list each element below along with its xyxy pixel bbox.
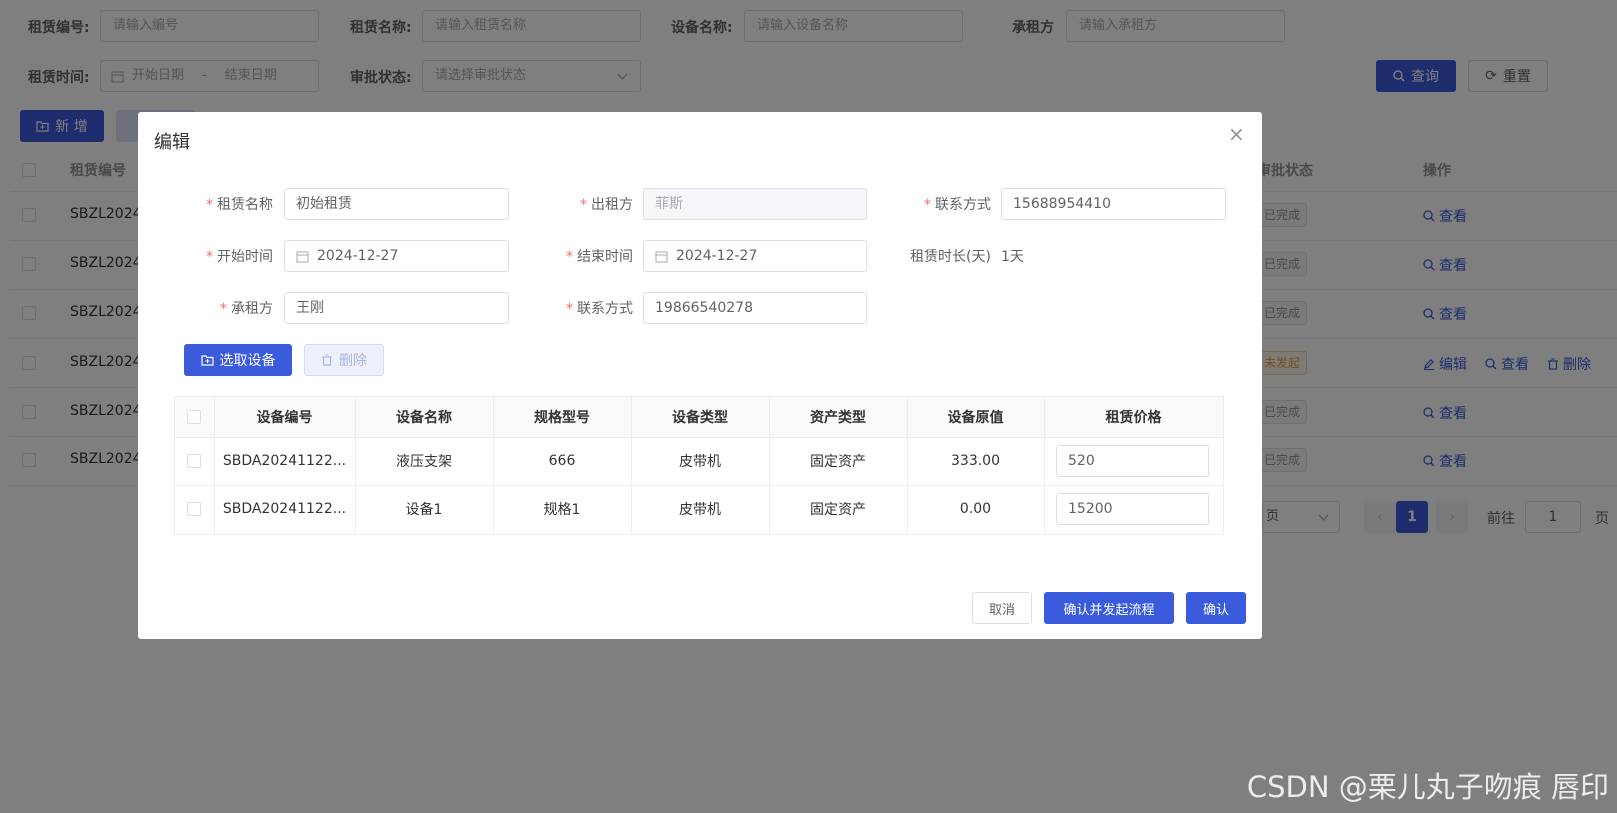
device-row-checkbox[interactable] [187,454,201,468]
edit-dialog: 编辑 × * 租赁名称 初始租赁 * 出租方 菲斯 * 联系方式 1568895441… [138,112,1262,639]
lease-name-label: * 租赁名称 [206,197,273,213]
tenant-input[interactable]: 王刚 [284,292,509,324]
calendar-icon [296,250,309,263]
device-code: SBDA20241122... [222,453,347,469]
calendar-icon [655,250,668,263]
cancel-button[interactable]: 取消 [972,592,1032,624]
device-table: 设备编号 设备名称 规格型号 设备类型 资产类型 设备原值 租赁价格 SBDA2… [174,396,1224,535]
th-original-value: 设备原值 [907,397,1044,437]
th-device-name: 设备名称 [355,397,493,437]
csdn-watermark: CSDN @栗儿丸子吻痕 唇印 [1246,770,1609,804]
delete-device-button[interactable]: 删除 [304,344,384,376]
th-device-code: 设备编号 [214,397,355,437]
device-code: SBDA20241122... [222,501,347,517]
original-value: 0.00 [959,501,992,517]
trash-icon [321,354,333,366]
asset-type: 固定资产 [810,502,866,518]
end-time-picker[interactable]: 2024-12-27 [643,240,867,272]
confirm-button[interactable]: 确认 [1186,592,1246,624]
lessor-label: * 出租方 [580,197,633,213]
duration-value: 1天 [1001,249,1024,265]
device-spec: 规格1 [543,502,581,518]
contact2-label: * 联系方式 [566,301,633,317]
select-device-label: 选取设备 [219,353,276,369]
device-type: 皮带机 [679,454,721,470]
device-type: 皮带机 [679,502,721,518]
lessor-input[interactable]: 菲斯 [643,188,867,220]
confirm-and-start-flow-button[interactable]: 确认并发起流程 [1044,592,1174,624]
asset-type: 固定资产 [810,454,866,470]
th-device-type: 设备类型 [631,397,769,437]
original-value: 333.00 [951,453,1000,469]
contact1-label: * 联系方式 [924,197,991,213]
th-lease-price: 租赁价格 [1044,397,1223,437]
close-icon[interactable]: × [1228,122,1245,146]
duration-label: 租赁时长(天) [910,249,991,265]
delete-device-label: 删除 [339,353,367,369]
th-asset-type: 资产类型 [769,397,907,437]
th-spec: 规格型号 [493,397,631,437]
dialog-title: 编辑 [154,132,190,153]
tenant-label: * 承租方 [220,301,273,317]
lease-price-input[interactable]: 520 [1056,445,1209,477]
select-device-button[interactable]: 选取设备 [184,344,292,376]
device-spec: 666 [548,453,576,469]
device-name: 设备1 [405,502,443,518]
device-name: 液压支架 [396,454,452,470]
device-row-checkbox[interactable] [187,502,201,516]
end-time-value: 2024-12-27 [676,248,758,264]
start-time-label: * 开始时间 [206,249,273,265]
contact1-input[interactable]: 15688954410 [1001,188,1226,220]
folder-plus-icon [200,354,214,366]
end-time-label: * 结束时间 [566,249,633,265]
lease-price-input[interactable]: 15200 [1056,493,1209,525]
start-time-value: 2024-12-27 [317,248,399,264]
select-all-devices-checkbox[interactable] [187,410,201,424]
lease-name-input[interactable]: 初始租赁 [284,188,509,220]
start-time-picker[interactable]: 2024-12-27 [284,240,509,272]
contact2-input[interactable]: 19866540278 [643,292,867,324]
